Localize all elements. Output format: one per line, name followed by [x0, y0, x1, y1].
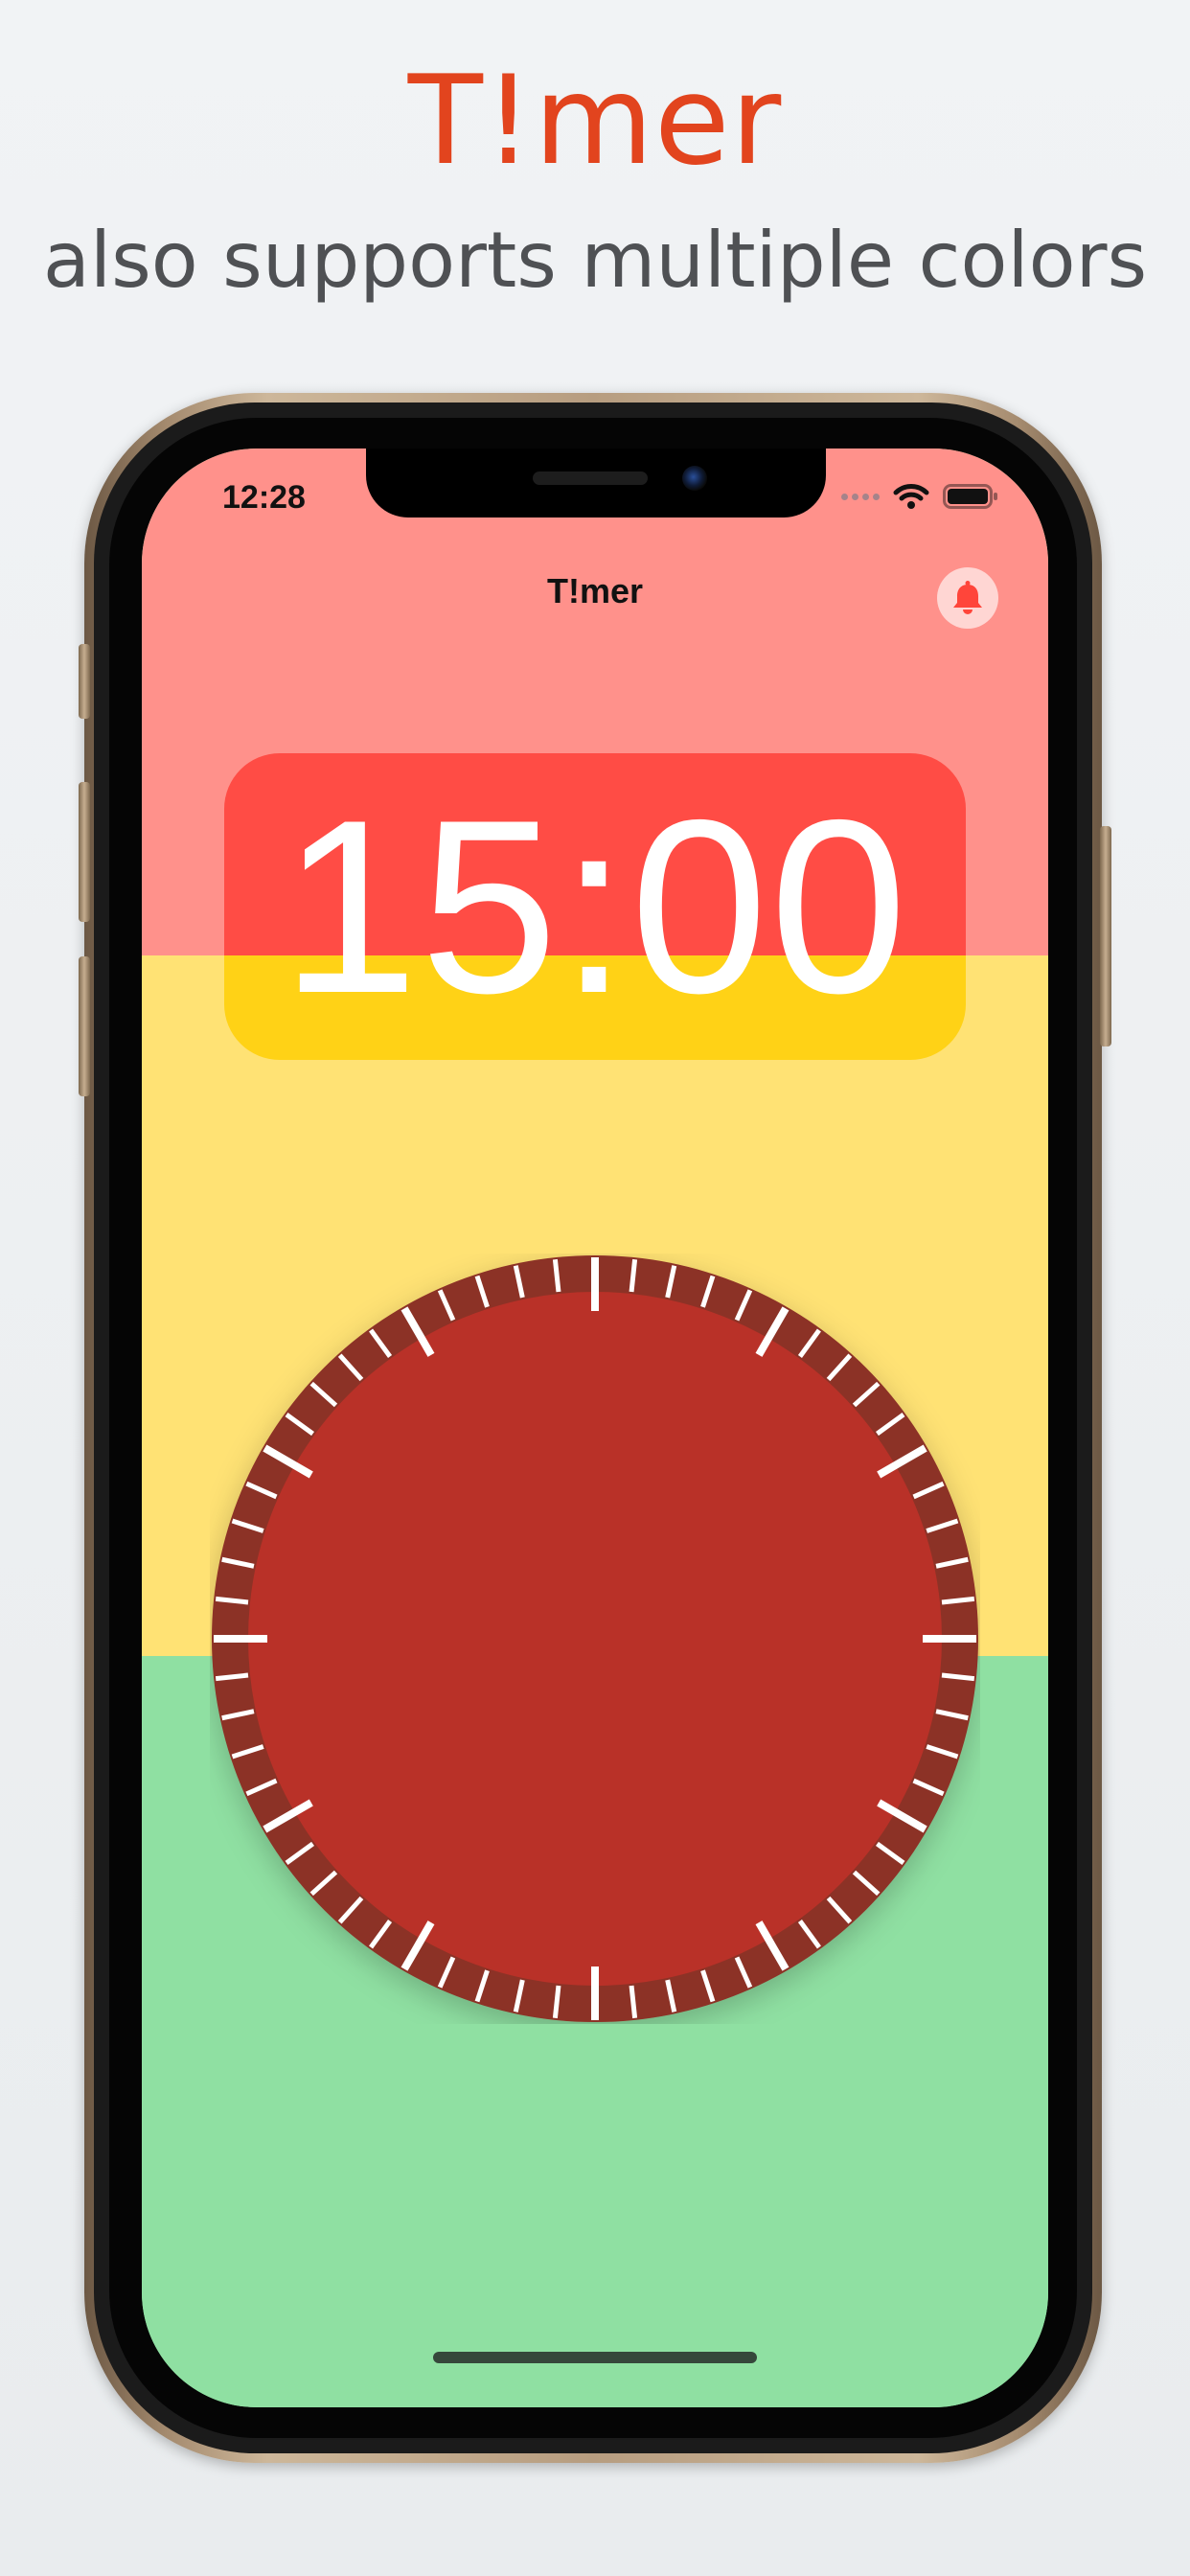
bell-icon [953, 581, 982, 614]
timer-display: 15:00 [224, 753, 966, 1060]
volume-up-button [79, 782, 90, 922]
alarm-button[interactable] [937, 567, 998, 629]
earpiece-speaker [533, 472, 648, 485]
app-screen: 12:28 T!mer 15:00 [142, 448, 1048, 2407]
status-icons [841, 483, 998, 510]
dial-minor-tick [552, 1258, 561, 1293]
dial-face [248, 1292, 942, 1986]
dial-minor-tick [629, 1258, 638, 1293]
nav-title: T!mer [546, 571, 644, 610]
dial-minor-tick [629, 1985, 638, 2019]
dial-minor-tick [552, 1985, 561, 2019]
status-time: 12:28 [222, 479, 306, 516]
dial-minor-tick [941, 1672, 975, 1682]
notch [366, 448, 826, 518]
home-indicator[interactable] [433, 2352, 757, 2363]
wifi-icon [893, 484, 929, 509]
dial-minor-tick [941, 1596, 975, 1605]
dial-minor-tick [215, 1672, 249, 1682]
promo-subtitle: also supports multiple colors [42, 216, 1148, 305]
dial-minor-tick [215, 1596, 249, 1605]
cellular-signal-icon [841, 493, 880, 500]
silent-switch [79, 644, 90, 719]
battery-icon [943, 484, 997, 509]
promo-title: T!mer [407, 50, 783, 193]
volume-down-button [79, 956, 90, 1096]
timer-dial[interactable] [210, 1254, 980, 2024]
side-power-button [1100, 826, 1111, 1046]
timer-readout: 15:00 [281, 768, 909, 1045]
front-camera [682, 466, 707, 491]
